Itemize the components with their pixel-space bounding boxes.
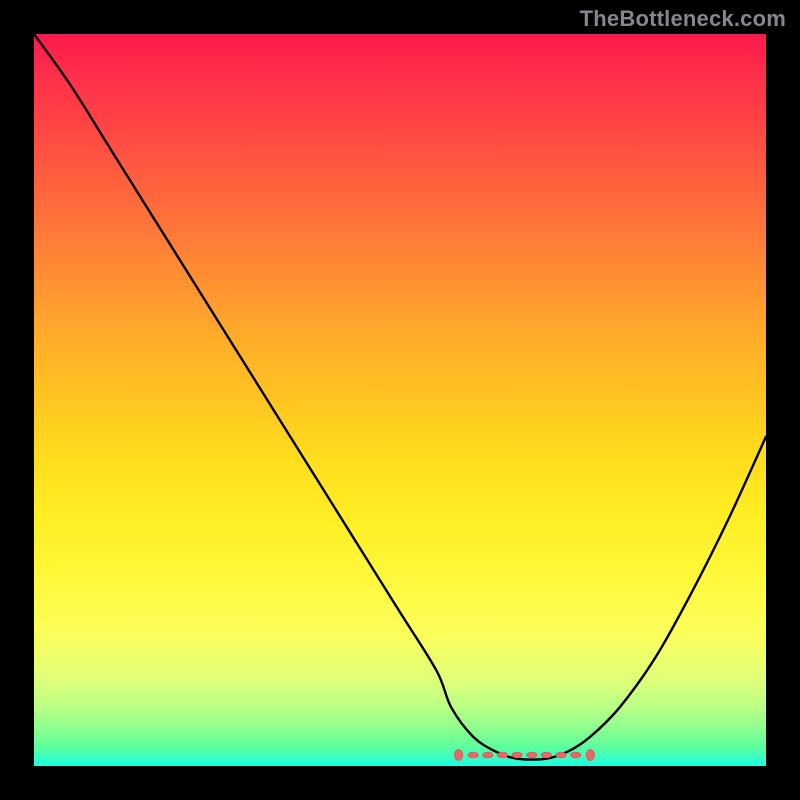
optimal-marker xyxy=(527,752,537,758)
optimal-marker xyxy=(541,752,551,758)
optimal-marker xyxy=(512,752,522,758)
chart-frame: TheBottleneck.com xyxy=(0,0,800,800)
optimal-marker xyxy=(556,752,566,758)
watermark-text: TheBottleneck.com xyxy=(580,6,786,32)
bottleneck-curve-path xyxy=(34,34,766,760)
optimal-marker xyxy=(454,750,462,761)
curve-layer xyxy=(34,34,766,766)
optimal-marker xyxy=(483,752,493,758)
optimal-marker xyxy=(571,752,581,758)
optimal-marker xyxy=(586,750,594,761)
optimal-marker xyxy=(468,752,478,758)
plot-area xyxy=(34,34,766,766)
optimal-marker xyxy=(497,752,507,758)
